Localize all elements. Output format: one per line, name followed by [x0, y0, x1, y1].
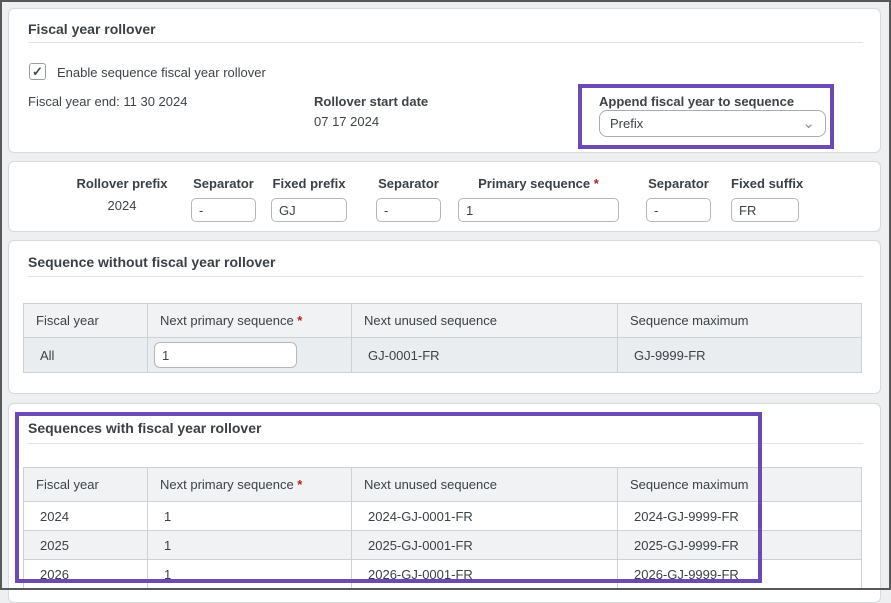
sequences-with-rollover-card: Sequences with fiscal year rollover Fisc…: [8, 403, 881, 603]
cell-next-primary-sequence: [148, 338, 352, 373]
section-title-without-rollover: Sequence without fiscal year rollover: [28, 254, 275, 270]
table-row-2025: 2025 1 2025-GJ-0001-FR 2025-GJ-9999-FR: [24, 531, 862, 560]
separator-label-2: Separator: [376, 176, 441, 191]
separator-input-3[interactable]: [646, 198, 711, 222]
separator-input-2[interactable]: [376, 198, 441, 222]
title-divider: [28, 42, 863, 43]
header-sequence-maximum: Sequence maximum: [618, 468, 862, 502]
cell-next-unused-sequence: GJ-0001-FR: [352, 338, 618, 373]
fixed-suffix-label: Fixed suffix: [731, 176, 799, 191]
separator-field-2: Separator: [376, 176, 441, 222]
cell-next-primary-sequence: 1: [148, 560, 352, 589]
cell-next-unused-sequence: 2024-GJ-0001-FR: [352, 502, 618, 531]
without-rollover-table: Fiscal year Next primary sequence * Next…: [23, 303, 862, 373]
page-title: Fiscal year rollover: [28, 21, 156, 37]
enable-rollover-checkbox[interactable]: ✓: [29, 63, 46, 80]
header-sequence-maximum: Sequence maximum: [618, 304, 862, 338]
fixed-suffix-input[interactable]: [731, 198, 799, 222]
table-header-row: Fiscal year Next primary sequence * Next…: [24, 468, 862, 502]
fixed-prefix-field: Fixed prefix: [271, 176, 347, 222]
enable-rollover-label: Enable sequence fiscal year rollover: [57, 65, 266, 80]
rollover-prefix-label: Rollover prefix: [67, 176, 177, 191]
title-divider: [28, 443, 863, 444]
next-primary-sequence-input[interactable]: [154, 342, 297, 368]
required-asterisk: *: [594, 176, 599, 191]
primary-sequence-field: Primary sequence *: [458, 176, 619, 222]
rollover-start-date-label: Rollover start date: [314, 94, 428, 109]
cell-fiscal-year: All: [24, 338, 148, 373]
header-fiscal-year: Fiscal year: [24, 468, 148, 502]
cell-fiscal-year: 2025: [24, 531, 148, 560]
cell-next-unused-sequence: 2026-GJ-0001-FR: [352, 560, 618, 589]
required-asterisk: *: [297, 313, 302, 328]
separator-input-1[interactable]: [191, 198, 256, 222]
separator-field-3: Separator: [646, 176, 711, 222]
rollover-start-date-value: 07 17 2024: [314, 114, 379, 129]
header-next-unused-sequence: Next unused sequence: [352, 304, 618, 338]
separator-label-1: Separator: [191, 176, 256, 191]
fixed-prefix-input[interactable]: [271, 198, 347, 222]
header-fiscal-year: Fiscal year: [24, 304, 148, 338]
cell-sequence-maximum: 2025-GJ-9999-FR: [618, 531, 862, 560]
separator-label-3: Separator: [646, 176, 711, 191]
table-row-2024: 2024 1 2024-GJ-0001-FR 2024-GJ-9999-FR: [24, 502, 862, 531]
fiscal-year-rollover-card: Fiscal year rollover ✓ Enable sequence f…: [8, 8, 881, 153]
checkmark-icon: ✓: [32, 64, 43, 80]
append-fiscal-year-select[interactable]: Prefix ⌄: [599, 110, 826, 137]
section-title-with-rollover: Sequences with fiscal year rollover: [28, 420, 261, 436]
table-row: All GJ-0001-FR GJ-9999-FR: [24, 338, 862, 373]
primary-sequence-label: Primary sequence: [478, 176, 590, 191]
cell-next-primary-sequence: 1: [148, 531, 352, 560]
cell-sequence-maximum: 2026-GJ-9999-FR: [618, 560, 862, 589]
header-next-unused-sequence: Next unused sequence: [352, 468, 618, 502]
table-header-row: Fiscal year Next primary sequence * Next…: [24, 304, 862, 338]
cell-next-unused-sequence: 2025-GJ-0001-FR: [352, 531, 618, 560]
cell-next-primary-sequence: 1: [148, 502, 352, 531]
append-fiscal-year-label: Append fiscal year to sequence: [599, 94, 794, 109]
append-fiscal-year-selected-value: Prefix: [610, 116, 802, 131]
header-next-primary-sequence: Next primary sequence *: [148, 304, 352, 338]
sequence-without-rollover-card: Sequence without fiscal year rollover Fi…: [8, 240, 881, 394]
rollover-prefix-field: Rollover prefix 2024: [67, 176, 177, 213]
header-next-primary-sequence: Next primary sequence *: [148, 468, 352, 502]
table-row-2026: 2026 1 2026-GJ-0001-FR 2026-GJ-9999-FR: [24, 560, 862, 589]
cell-fiscal-year: 2024: [24, 502, 148, 531]
rollover-prefix-value: 2024: [67, 198, 177, 213]
fixed-prefix-label: Fixed prefix: [271, 176, 347, 191]
fixed-suffix-field: Fixed suffix: [731, 176, 799, 222]
cell-sequence-maximum: GJ-9999-FR: [618, 338, 862, 373]
with-rollover-table: Fiscal year Next primary sequence * Next…: [23, 467, 862, 589]
fiscal-year-end-text: Fiscal year end: 11 30 2024: [28, 94, 187, 109]
primary-sequence-input[interactable]: [458, 198, 619, 222]
required-asterisk: *: [297, 477, 302, 492]
cell-sequence-maximum: 2024-GJ-9999-FR: [618, 502, 862, 531]
cell-fiscal-year: 2026: [24, 560, 148, 589]
separator-field-1: Separator: [191, 176, 256, 222]
sequence-format-card: Rollover prefix 2024 Separator Fixed pre…: [8, 161, 881, 232]
title-divider: [28, 276, 863, 277]
chevron-down-icon: ⌄: [802, 119, 815, 129]
